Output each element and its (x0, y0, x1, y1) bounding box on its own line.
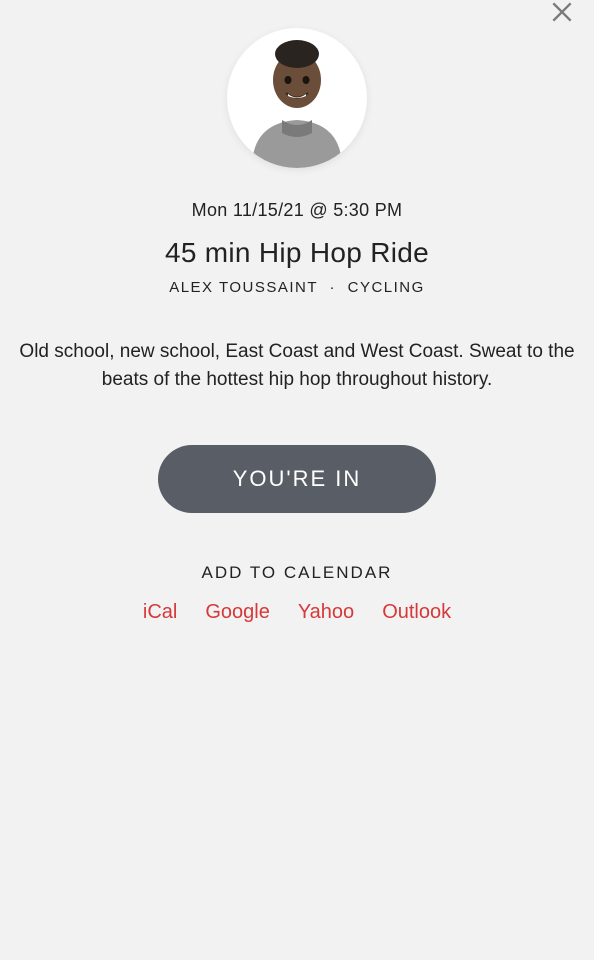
close-button[interactable] (548, 0, 576, 28)
calendar-link-yahoo[interactable]: Yahoo (298, 601, 354, 624)
class-category: CYCLING (348, 279, 425, 296)
class-title: 45 min Hip Hop Ride (165, 237, 429, 269)
calendar-link-outlook[interactable]: Outlook (382, 601, 451, 624)
close-icon (549, 0, 575, 30)
youre-in-button[interactable]: YOU'RE IN (158, 445, 436, 513)
calendar-link-ical[interactable]: iCal (143, 601, 177, 624)
class-meta: ALEX TOUSSAINT · CYCLING (169, 279, 425, 296)
calendar-link-google[interactable]: Google (205, 601, 270, 624)
class-description: Old school, new school, East Coast and W… (0, 338, 594, 393)
class-detail-card: Mon 11/15/21 @ 5:30 PM 45 min Hip Hop Ri… (0, 0, 594, 624)
class-datetime: Mon 11/15/21 @ 5:30 PM (192, 200, 403, 221)
instructor-name: ALEX TOUSSAINT (169, 279, 318, 296)
add-to-calendar-label: ADD TO CALENDAR (202, 563, 393, 583)
calendar-links: iCal Google Yahoo Outlook (143, 601, 451, 624)
person-icon (242, 38, 352, 168)
meta-separator: · (329, 279, 336, 296)
instructor-avatar (227, 28, 367, 168)
